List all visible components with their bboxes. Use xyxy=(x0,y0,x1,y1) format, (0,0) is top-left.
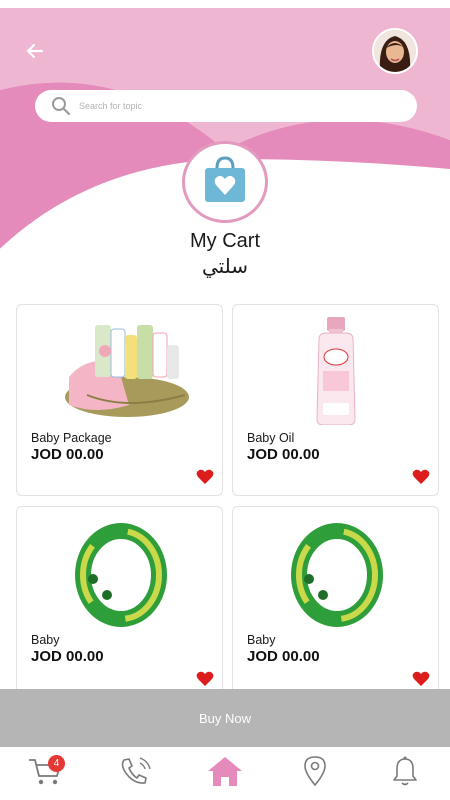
product-name: Baby Oil xyxy=(247,431,295,445)
tab-home[interactable] xyxy=(195,747,255,800)
heart-icon[interactable] xyxy=(196,671,214,687)
home-icon xyxy=(206,755,244,792)
page-title: My Cart xyxy=(190,230,260,252)
baby-package-image xyxy=(47,315,194,425)
product-name: Baby xyxy=(247,633,276,647)
cart-count-badge: 4 xyxy=(48,755,65,772)
product-name: Baby Package xyxy=(31,431,112,445)
product-card[interactable]: Baby Oil JOD 00.00 xyxy=(232,304,439,496)
bell-icon xyxy=(391,755,419,792)
phone-icon xyxy=(118,756,152,791)
bracelet-image xyxy=(263,517,410,627)
product-price: JOD 00.00 xyxy=(247,446,320,463)
product-price: JOD 00.00 xyxy=(31,648,104,665)
heart-icon[interactable] xyxy=(196,469,214,485)
back-arrow-icon[interactable] xyxy=(22,38,48,64)
heart-icon[interactable] xyxy=(412,671,430,687)
product-price: JOD 00.00 xyxy=(31,446,104,463)
product-card[interactable]: Baby Package JOD 00.00 xyxy=(16,304,223,496)
header xyxy=(0,0,450,260)
tab-location[interactable] xyxy=(285,747,345,800)
heart-icon[interactable] xyxy=(412,469,430,485)
search-bar[interactable] xyxy=(35,90,417,122)
location-icon xyxy=(303,755,327,792)
shopping-bag-icon xyxy=(197,152,253,213)
tab-notifications[interactable] xyxy=(375,747,435,800)
cart-header-badge xyxy=(182,141,268,223)
product-card[interactable]: Baby JOD 00.00 xyxy=(232,506,439,698)
bracelet-image xyxy=(47,517,194,627)
product-price: JOD 00.00 xyxy=(247,648,320,665)
avatar[interactable] xyxy=(372,28,418,74)
search-icon xyxy=(51,96,71,116)
search-input[interactable] xyxy=(79,101,379,111)
page-title-arabic: سلتي xyxy=(201,254,249,278)
product-card[interactable]: Baby JOD 00.00 xyxy=(16,506,223,698)
bottom-tab-bar: 4 xyxy=(0,747,450,800)
tab-cart[interactable]: 4 xyxy=(15,747,75,800)
buy-now-button[interactable]: Buy Now xyxy=(0,689,450,747)
product-name: Baby xyxy=(31,633,60,647)
tab-phone[interactable] xyxy=(105,747,165,800)
baby-oil-image xyxy=(263,315,410,426)
